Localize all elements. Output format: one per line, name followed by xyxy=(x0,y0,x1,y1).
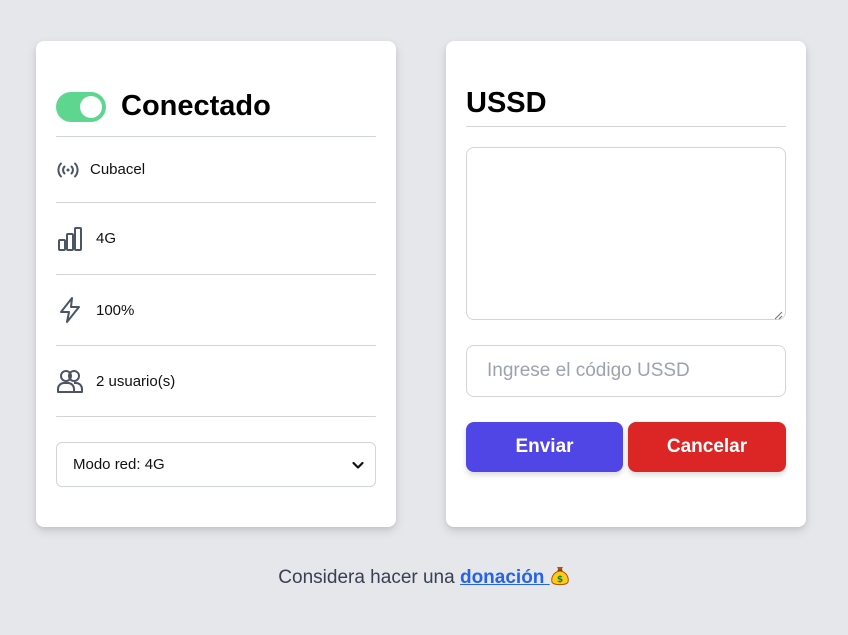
signal-broadcast-icon xyxy=(56,155,80,185)
network-row: 4G xyxy=(56,203,376,275)
operator-label: Cubacel xyxy=(90,161,146,178)
users-icon xyxy=(56,366,86,396)
footer-text: Considera hacer una xyxy=(278,567,460,588)
network-mode-select[interactable]: Modo red: 4G xyxy=(56,442,376,487)
donation-link-text: donación xyxy=(459,567,545,588)
signal-bars-icon xyxy=(56,224,86,254)
connection-toggle[interactable] xyxy=(56,91,106,122)
operator-row: Cubacel xyxy=(56,137,376,203)
ussd-response-textarea[interactable] xyxy=(466,147,786,320)
svg-text:$: $ xyxy=(557,575,563,585)
users-row: 2 usuario(s) xyxy=(56,346,376,417)
network-label: 4G xyxy=(96,230,117,247)
resize-handle-icon[interactable] xyxy=(773,307,783,320)
ussd-title: USSD xyxy=(466,87,786,127)
users-label: 2 usuario(s) xyxy=(96,372,176,390)
chevron-down-icon xyxy=(351,458,365,472)
ussd-card: USSD Ingrese el código USSD Enviar Cance… xyxy=(446,41,806,527)
connection-status-title: Conectado xyxy=(121,90,271,122)
ussd-code-input[interactable]: Ingrese el código USSD xyxy=(466,345,786,397)
network-mode-value: Modo red: 4G xyxy=(73,456,165,473)
toggle-knob xyxy=(80,95,102,118)
status-card: Conectado Cubacel 4G 100% 2 usuario(s) M… xyxy=(36,41,396,527)
money-bag-icon: $ xyxy=(550,565,570,587)
lightning-icon xyxy=(56,295,86,325)
cancel-button[interactable]: Cancelar xyxy=(628,422,786,472)
battery-row: 100% xyxy=(56,275,376,346)
send-button[interactable]: Enviar xyxy=(466,422,623,472)
donation-footer: Considera hacer una donación $ xyxy=(0,565,848,589)
donation-link[interactable]: donación $ xyxy=(460,567,570,588)
battery-label: 100% xyxy=(96,301,135,319)
connection-status-row: Conectado xyxy=(56,87,376,137)
